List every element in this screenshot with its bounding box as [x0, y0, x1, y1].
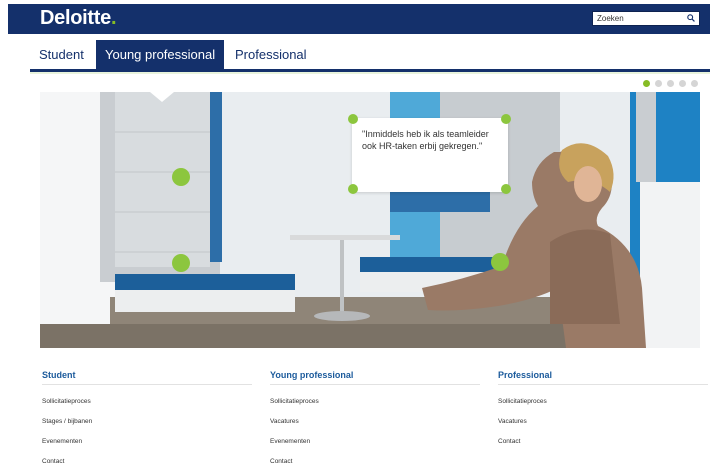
- footer-column-professional: Professional Sollicitatieproces Vacature…: [498, 370, 708, 452]
- footer-link[interactable]: Contact: [270, 452, 480, 470]
- footer-heading[interactable]: Professional: [498, 370, 708, 385]
- tab-young-professional[interactable]: Young professional: [96, 40, 225, 70]
- carousel-dot[interactable]: [655, 80, 662, 87]
- footer-heading[interactable]: Young professional: [270, 370, 480, 385]
- footer-link[interactable]: Vacatures: [498, 412, 708, 432]
- footer-link[interactable]: Evenementen: [42, 432, 252, 452]
- footer-column-young-professional: Young professional Sollicitatieproces Va…: [270, 370, 480, 470]
- page: Deloitte. Zoeken Student Young professio…: [0, 0, 718, 470]
- footer-link[interactable]: Evenementen: [270, 432, 480, 452]
- deloitte-logo[interactable]: Deloitte.: [40, 7, 117, 30]
- search-input[interactable]: Zoeken: [597, 14, 624, 23]
- carousel-dot[interactable]: [691, 80, 698, 87]
- carousel-pagination: [643, 80, 698, 87]
- quote-corner-dots: [348, 114, 511, 194]
- tab-pointer: [150, 92, 174, 102]
- search-box[interactable]: Zoeken: [592, 11, 700, 26]
- carousel-dot[interactable]: [643, 80, 650, 87]
- footer-link[interactable]: Stages / bijbanen: [42, 412, 252, 432]
- footer-link[interactable]: Sollicitatieproces: [270, 392, 480, 412]
- tab-underline: [30, 72, 710, 74]
- top-header-bar: Deloitte. Zoeken: [8, 4, 710, 34]
- footer-heading[interactable]: Student: [42, 370, 252, 385]
- audience-tabs: Student Young professional Professional: [30, 40, 710, 72]
- footer-link[interactable]: Contact: [498, 432, 708, 452]
- carousel-dot[interactable]: [667, 80, 674, 87]
- footer-column-student: Student Sollicitatieproces Stages / bijb…: [42, 370, 252, 470]
- carousel-dot[interactable]: [679, 80, 686, 87]
- footer-link[interactable]: Sollicitatieproces: [498, 392, 708, 412]
- search-icon[interactable]: [687, 14, 695, 22]
- footer-link[interactable]: Sollicitatieproces: [42, 392, 252, 412]
- footer-link[interactable]: Contact: [42, 452, 252, 470]
- footer-link[interactable]: Vacatures: [270, 412, 480, 432]
- tab-student[interactable]: Student: [30, 40, 93, 70]
- tab-professional[interactable]: Professional: [226, 40, 316, 70]
